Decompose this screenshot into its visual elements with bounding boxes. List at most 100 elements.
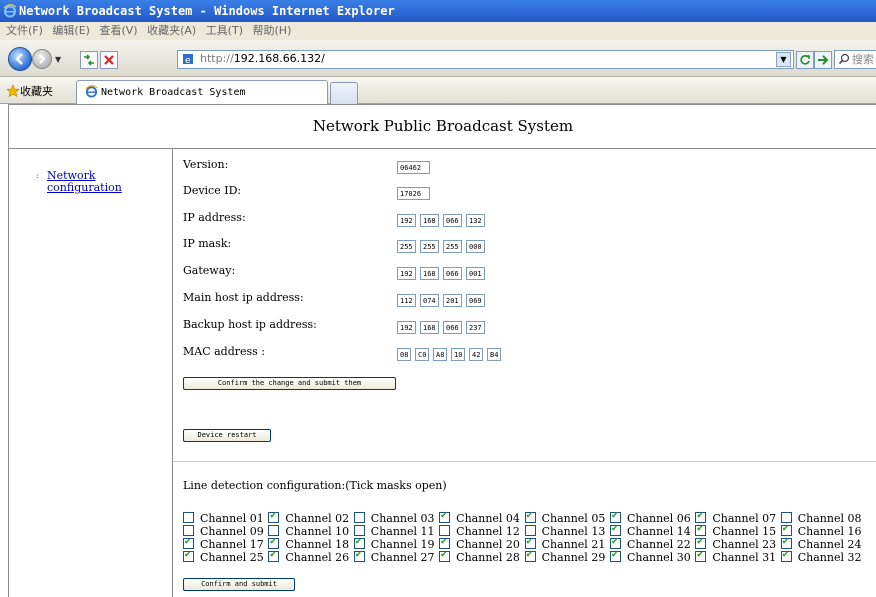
- tab-title: Network Broadcast System: [101, 87, 246, 98]
- channel-row: Channel 25 Channel 26 Channel 27 Channel 28…: [183, 546, 866, 564]
- stop-button[interactable]: [100, 51, 118, 69]
- back-arrow-icon: [15, 53, 23, 65]
- compat-view-icon: [84, 54, 94, 66]
- address-dropdown-icon[interactable]: ▼: [776, 52, 791, 67]
- menu-view[interactable]: 查看(V): [99, 24, 137, 37]
- mask-octet-3[interactable]: 255: [443, 240, 462, 253]
- channel-row: Channel 17Channel 18Channel 19Channel 20…: [183, 533, 866, 551]
- refresh-icon: [800, 55, 810, 65]
- refresh-button[interactable]: [796, 51, 814, 69]
- go-button[interactable]: [814, 51, 832, 69]
- main-host-octet-4[interactable]: 069: [466, 294, 485, 307]
- channel-item[interactable]: Channel 31: [695, 549, 780, 564]
- mac-byte-6[interactable]: B4: [487, 348, 501, 361]
- ip-octet-2[interactable]: 168: [420, 214, 439, 227]
- new-tab-button[interactable]: [330, 82, 358, 104]
- channel-item[interactable]: Channel 27: [353, 549, 439, 564]
- back-button[interactable]: [8, 47, 32, 71]
- mac-byte-2[interactable]: C0: [415, 348, 429, 361]
- ip-address-label: IP address:: [183, 211, 246, 224]
- address-toolbar: ▼ e http://192.168.66.132/ ▼ 搜索: [0, 40, 876, 77]
- channel-item[interactable]: Channel 26: [268, 549, 353, 564]
- channel-label: Channel 27: [370, 551, 435, 564]
- tab-network-broadcast[interactable]: Network Broadcast System: [76, 80, 328, 104]
- version-label: Version:: [183, 158, 229, 171]
- close-icon: [104, 55, 114, 65]
- svg-text:e: e: [185, 56, 191, 65]
- ip-octet-3[interactable]: 066: [443, 214, 462, 227]
- search-input[interactable]: 搜索: [834, 50, 876, 69]
- forward-arrow-icon: [39, 54, 46, 64]
- mask-octet-4[interactable]: 000: [466, 240, 485, 253]
- channel-checkbox[interactable]: [695, 549, 707, 562]
- channel-item[interactable]: Channel 32: [780, 549, 866, 564]
- nav-link-line2: configuration: [47, 181, 122, 194]
- menu-favorites[interactable]: 收藏夹(A): [147, 24, 196, 37]
- gateway-octet-4[interactable]: 001: [466, 267, 485, 280]
- main-host-octet-2[interactable]: 074: [420, 294, 439, 307]
- channel-row: Channel 01Channel 02Channel 03Channel 04…: [183, 507, 866, 525]
- history-dropdown-icon[interactable]: ▼: [55, 55, 61, 64]
- version-field[interactable]: 06462: [397, 161, 430, 174]
- nav-bullet-icon: :: [36, 172, 39, 180]
- mac-byte-3[interactable]: A8: [433, 348, 447, 361]
- channel-row: Channel 09 Channel 10 Channel 11 Channel 12…: [183, 520, 866, 538]
- channel-label: Channel 32: [797, 551, 862, 564]
- menubar: 文件(F) 编辑(E) 查看(V) 收藏夹(A) 工具(T) 帮助(H): [0, 22, 876, 40]
- compat-view-button[interactable]: [80, 51, 98, 69]
- mac-address-label: MAC address :: [183, 345, 266, 358]
- ie-tab-icon: [85, 85, 98, 98]
- mac-byte-5[interactable]: 42: [469, 348, 483, 361]
- gateway-octet-1[interactable]: 192: [397, 267, 416, 280]
- menu-edit[interactable]: 编辑(E): [52, 24, 90, 37]
- channel-checkbox[interactable]: [780, 549, 792, 562]
- window-title: Network Broadcast System - Windows Inter…: [19, 4, 395, 18]
- menu-tools[interactable]: 工具(T): [206, 24, 243, 37]
- confirm-change-button[interactable]: Confirm the change and submit them: [183, 377, 396, 390]
- device-restart-button[interactable]: Device restart: [183, 429, 271, 442]
- config-panel: Version: 06462 Device ID: 17026 IP addre…: [173, 149, 876, 597]
- search-placeholder: 搜索: [852, 53, 874, 66]
- left-nav: : Network configuration: [9, 149, 173, 597]
- mac-byte-4[interactable]: 10: [451, 348, 465, 361]
- nav-network-configuration-link[interactable]: Network configuration: [47, 170, 122, 194]
- favorites-button[interactable]: 收藏夹: [6, 83, 53, 99]
- channel-item[interactable]: Channel 28: [439, 549, 524, 564]
- channel-checkbox[interactable]: [524, 549, 536, 562]
- page-icon: e: [183, 54, 193, 65]
- search-icon: [838, 53, 850, 65]
- backup-host-octet-1[interactable]: 192: [397, 321, 416, 334]
- ip-octet-1[interactable]: 192: [397, 214, 416, 227]
- menu-help[interactable]: 帮助(H): [253, 24, 292, 37]
- channel-checkbox[interactable]: [609, 549, 621, 562]
- ip-mask-label: IP mask:: [183, 237, 232, 250]
- main-host-octet-1[interactable]: 112: [397, 294, 416, 307]
- forward-button[interactable]: [32, 49, 52, 69]
- ie-logo-icon: [3, 4, 17, 18]
- backup-host-octet-4[interactable]: 237: [466, 321, 485, 334]
- channel-checkbox[interactable]: [183, 549, 194, 562]
- device-id-field[interactable]: 17026: [397, 187, 430, 200]
- channel-item[interactable]: Channel 30: [609, 549, 695, 564]
- channel-item[interactable]: Channel 25: [183, 549, 268, 564]
- gateway-octet-2[interactable]: 168: [420, 267, 439, 280]
- channel-label: Channel 28: [456, 551, 520, 564]
- mask-octet-1[interactable]: 255: [397, 240, 416, 253]
- main-host-octet-3[interactable]: 201: [443, 294, 462, 307]
- mask-octet-2[interactable]: 255: [420, 240, 439, 253]
- menu-file[interactable]: 文件(F): [6, 24, 43, 37]
- address-field[interactable]: e http://192.168.66.132/ ▼: [177, 50, 794, 69]
- channel-checkbox[interactable]: [268, 549, 280, 562]
- url-protocol: http://: [200, 52, 234, 65]
- channel-checkbox[interactable]: [439, 549, 451, 562]
- gateway-octet-3[interactable]: 066: [443, 267, 462, 280]
- backup-host-octet-2[interactable]: 168: [420, 321, 439, 334]
- line-detection-heading: Line detection configuration:(Tick masks…: [183, 479, 447, 492]
- main-host-label: Main host ip address:: [183, 291, 304, 304]
- confirm-submit-button[interactable]: Confirm and submit: [183, 578, 295, 591]
- channel-checkbox[interactable]: [353, 549, 365, 562]
- backup-host-octet-3[interactable]: 066: [443, 321, 462, 334]
- mac-byte-1[interactable]: 08: [397, 348, 411, 361]
- channel-item[interactable]: Channel 29: [524, 549, 610, 564]
- ip-octet-4[interactable]: 132: [466, 214, 485, 227]
